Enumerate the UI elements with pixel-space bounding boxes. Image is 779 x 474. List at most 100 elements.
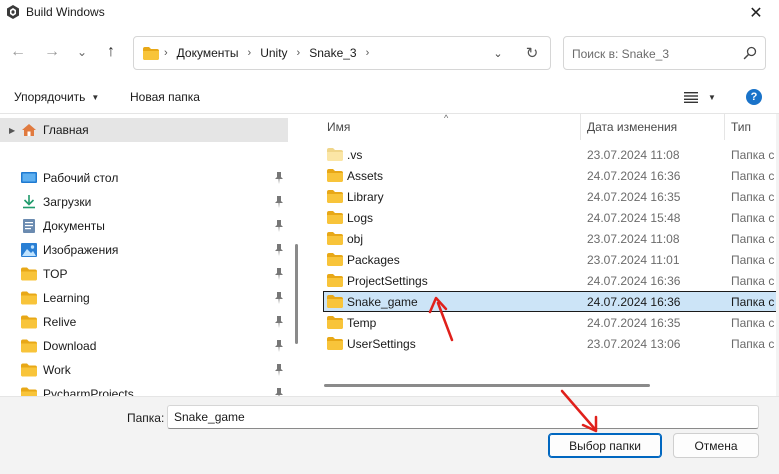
file-list: ^ Имя Дата изменения Тип .vs 23.07.2024 …	[310, 114, 779, 396]
change-view-button[interactable]: ▼	[684, 88, 720, 106]
close-button[interactable]: ✕	[733, 0, 779, 26]
pin-icon[interactable]	[274, 220, 284, 232]
file-row[interactable]: Temp 24.07.2024 16:35 Папка с	[310, 312, 779, 333]
folder-icon	[327, 211, 343, 224]
recent-locations-button[interactable]: ⌄	[72, 42, 92, 62]
file-row[interactable]: UserSettings 23.07.2024 13:06 Папка с	[310, 333, 779, 354]
column-header-name[interactable]: Имя	[327, 120, 350, 134]
sidebar-item-work[interactable]: Work	[0, 358, 288, 382]
sidebar-item-desktop[interactable]: Рабочий стол	[0, 166, 288, 190]
column-header-date[interactable]: Дата изменения	[587, 120, 677, 134]
breadcrumb-item-documents[interactable]: Документы	[177, 46, 239, 60]
organize-button[interactable]: Упорядочить ▼	[14, 90, 99, 104]
file-list-scrollbar[interactable]	[324, 384, 650, 387]
new-folder-button[interactable]: Новая папка	[130, 90, 200, 104]
breadcrumb-separator-icon: ›	[365, 47, 370, 59]
sidebar-item-label: PycharmProjects	[43, 387, 134, 396]
folder-label: Папка:	[127, 411, 165, 425]
list-view-icon	[684, 92, 698, 103]
pin-icon[interactable]	[274, 316, 284, 328]
sidebar-item-documents[interactable]: Документы	[0, 214, 288, 238]
expand-icon[interactable]: ▶	[9, 126, 15, 135]
file-name: ProjectSettings	[347, 274, 428, 288]
file-row[interactable]: Packages 23.07.2024 11:01 Папка с	[310, 249, 779, 270]
folder-icon	[21, 387, 37, 396]
file-date: 24.07.2024 16:35	[587, 316, 681, 330]
sidebar-item-relive[interactable]: Relive	[0, 310, 288, 334]
organize-label: Упорядочить	[14, 90, 86, 104]
back-arrow-icon: ←	[10, 43, 26, 60]
pin-icon[interactable]	[274, 172, 284, 184]
file-date: 23.07.2024 13:06	[587, 337, 681, 351]
file-name: Assets	[347, 169, 384, 183]
unity-logo-icon	[7, 5, 19, 19]
window-title: Build Windows	[26, 5, 105, 19]
file-row[interactable]: .vs 23.07.2024 11:08 Папка с	[310, 144, 779, 165]
folder-icon	[21, 363, 37, 377]
caret-down-icon: ▼	[708, 92, 716, 102]
folder-icon	[327, 295, 343, 308]
chevron-down-icon: ⌄	[493, 47, 503, 60]
folder-name-input[interactable]	[167, 405, 759, 429]
sidebar-item-label: Главная	[43, 123, 89, 137]
pin-icon[interactable]	[274, 292, 284, 304]
breadcrumb-item-unity[interactable]: Unity	[260, 46, 287, 60]
sidebar-item-downloads[interactable]: Загрузки	[0, 190, 288, 214]
sidebar-scrollbar[interactable]	[295, 244, 298, 344]
file-date: 24.07.2024 16:36	[587, 295, 681, 309]
close-icon: ✕	[749, 5, 763, 22]
sidebar-item-label: Загрузки	[43, 195, 92, 209]
file-type: Папка с	[731, 148, 775, 162]
search-icon[interactable]	[743, 46, 757, 60]
sidebar-item-home[interactable]: ▶ Главная	[0, 118, 288, 142]
pin-icon[interactable]	[274, 196, 284, 208]
breadcrumb-item-snake3[interactable]: Snake_3	[309, 46, 356, 60]
file-type: Папка с	[731, 274, 775, 288]
dialog-footer: Папка: Выбор папки Отмена	[0, 396, 779, 474]
pin-icon[interactable]	[274, 340, 284, 352]
column-divider[interactable]	[724, 114, 725, 140]
address-history-button[interactable]: ⌄	[489, 44, 507, 62]
sidebar-item-label: Learning	[43, 291, 90, 305]
documents-icon	[23, 219, 35, 233]
pin-icon[interactable]	[274, 268, 284, 280]
address-bar[interactable]: › Документы › Unity › Snake_3 › ⌄ ↻	[133, 36, 551, 70]
file-date: 24.07.2024 16:36	[587, 274, 681, 288]
file-type: Папка с	[731, 253, 775, 267]
file-date: 24.07.2024 16:36	[587, 169, 681, 183]
back-button[interactable]: ←	[8, 42, 28, 62]
sidebar-item-pictures[interactable]: Изображения	[0, 238, 288, 262]
pin-icon[interactable]	[274, 244, 284, 256]
file-type: Папка с	[731, 316, 775, 330]
sidebar-item-download[interactable]: Download	[0, 334, 288, 358]
search-box[interactable]	[563, 36, 766, 70]
sidebar-item-top[interactable]: TOP	[0, 262, 288, 286]
file-row[interactable]: ProjectSettings 24.07.2024 16:36 Папка с	[310, 270, 779, 291]
file-row[interactable]: obj 23.07.2024 11:08 Папка с	[310, 228, 779, 249]
file-date: 24.07.2024 15:48	[587, 211, 681, 225]
pin-icon[interactable]	[274, 364, 284, 376]
sidebar-item-learning[interactable]: Learning	[0, 286, 288, 310]
file-row[interactable]: Logs 24.07.2024 15:48 Папка с	[310, 207, 779, 228]
up-button[interactable]: ↑	[101, 42, 121, 62]
refresh-button[interactable]: ↻	[522, 43, 542, 63]
file-row-selected[interactable]: Snake_game 24.07.2024 16:36 Папка с	[323, 291, 779, 312]
file-row[interactable]: Assets 24.07.2024 16:36 Папка с	[310, 165, 779, 186]
folder-icon	[327, 190, 343, 203]
pin-icon[interactable]	[274, 388, 284, 396]
folder-icon	[327, 253, 343, 266]
refresh-icon: ↻	[525, 45, 539, 62]
forward-button[interactable]: →	[42, 42, 62, 62]
sidebar-item-pycharmprojects[interactable]: PycharmProjects	[0, 382, 288, 396]
folder-icon	[327, 169, 343, 182]
column-header-type[interactable]: Тип	[731, 120, 751, 134]
column-divider[interactable]	[580, 114, 581, 140]
file-row[interactable]: Library 24.07.2024 16:35 Папка с	[310, 186, 779, 207]
search-input[interactable]	[572, 45, 732, 63]
cancel-button[interactable]: Отмена	[673, 433, 759, 458]
sidebar-item-label: Изображения	[43, 243, 119, 257]
breadcrumb-separator-icon: ›	[247, 47, 252, 59]
pictures-icon	[21, 243, 37, 257]
help-icon[interactable]: ?	[746, 89, 762, 105]
select-folder-button[interactable]: Выбор папки	[548, 433, 662, 458]
